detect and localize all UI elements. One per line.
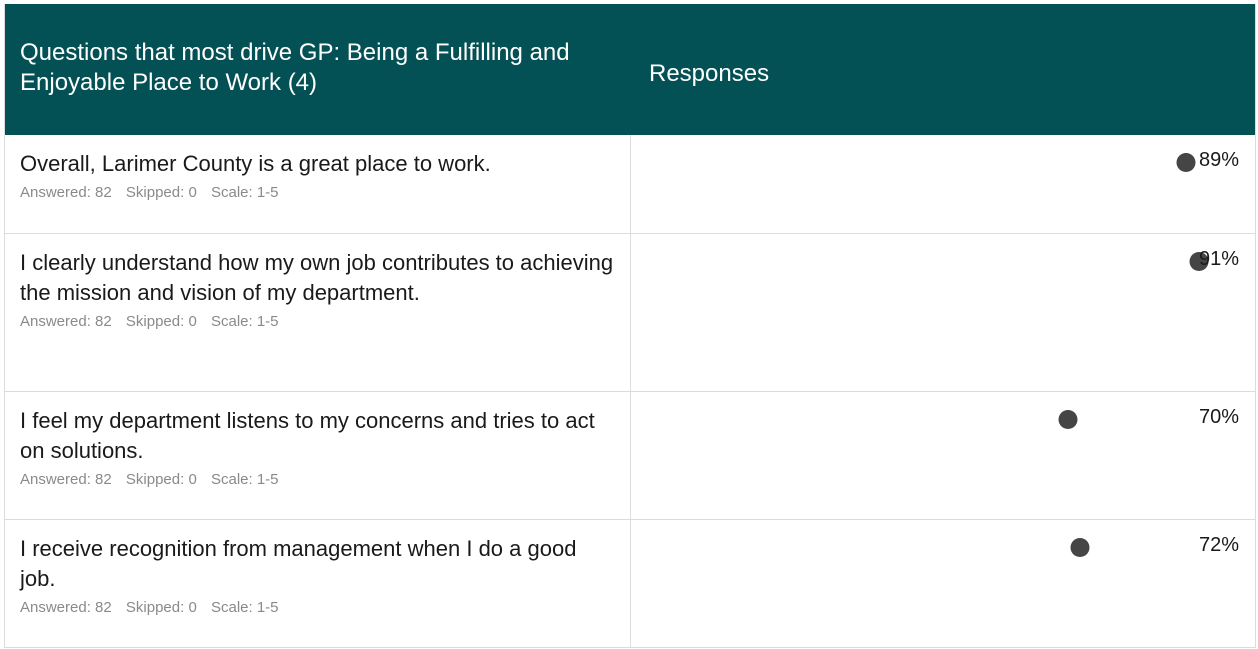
question-cell: Overall, Larimer County is a great place… — [5, 135, 631, 233]
answered-count: Answered: 82 — [20, 184, 112, 201]
table-header: Questions that most drive GP: Being a Fu… — [5, 4, 1255, 135]
response-track — [631, 392, 1255, 519]
question-cell: I feel my department listens to my conce… — [5, 392, 631, 519]
response-cell: 72% — [631, 520, 1255, 647]
response-track — [631, 135, 1255, 233]
table-row: Overall, Larimer County is a great place… — [5, 135, 1255, 234]
questions-table: Questions that most drive GP: Being a Fu… — [4, 4, 1256, 648]
question-meta: Answered: 82 Skipped: 0 Scale: 1-5 — [20, 312, 614, 332]
question-text: I clearly understand how my own job cont… — [20, 250, 614, 305]
skipped-count: Skipped: 0 — [125, 599, 197, 616]
response-percent: 91% — [1198, 248, 1239, 270]
response-track — [631, 520, 1255, 647]
response-percent: 89% — [1198, 149, 1239, 171]
question-cell: I clearly understand how my own job cont… — [5, 234, 631, 391]
scale-label: Scale: 1-5 — [210, 599, 279, 616]
answered-count: Answered: 82 — [20, 313, 112, 330]
question-meta: Answered: 82 Skipped: 0 Scale: 1-5 — [20, 598, 614, 618]
question-text: Overall, Larimer County is a great place… — [20, 151, 491, 176]
responses-column-header: Responses — [649, 60, 770, 87]
answered-count: Answered: 82 — [20, 599, 112, 616]
table-row: I clearly understand how my own job cont… — [5, 234, 1255, 392]
questions-column-header: Questions that most drive GP: Being a Fu… — [20, 39, 570, 96]
response-dot — [1176, 153, 1196, 172]
question-meta: Answered: 82 Skipped: 0 Scale: 1-5 — [20, 470, 614, 490]
response-dot — [1070, 538, 1090, 557]
question-text: I feel my department listens to my conce… — [20, 408, 595, 463]
question-meta: Answered: 82 Skipped: 0 Scale: 1-5 — [20, 183, 614, 203]
answered-count: Answered: 82 — [20, 471, 112, 488]
question-text: I receive recognition from management wh… — [20, 536, 577, 591]
response-cell: 70% — [631, 392, 1255, 519]
scale-label: Scale: 1-5 — [210, 471, 279, 488]
response-percent: 72% — [1198, 534, 1239, 556]
scale-label: Scale: 1-5 — [210, 313, 279, 330]
skipped-count: Skipped: 0 — [125, 471, 197, 488]
question-cell: I receive recognition from management wh… — [5, 520, 631, 647]
table-row: I receive recognition from management wh… — [5, 520, 1255, 648]
skipped-count: Skipped: 0 — [125, 313, 197, 330]
response-cell: 89% — [631, 135, 1255, 233]
response-cell: 91% — [631, 234, 1255, 391]
scale-label: Scale: 1-5 — [210, 184, 279, 201]
skipped-count: Skipped: 0 — [125, 184, 197, 201]
response-percent: 70% — [1198, 406, 1239, 428]
response-track — [631, 234, 1255, 391]
response-dot — [1058, 410, 1078, 429]
table-row: I feel my department listens to my conce… — [5, 392, 1255, 520]
